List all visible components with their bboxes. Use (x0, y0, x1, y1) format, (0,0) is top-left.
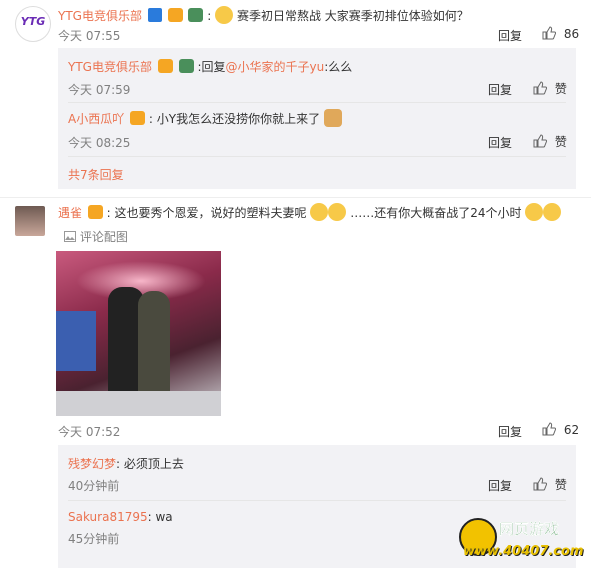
reply-button[interactable]: 回复 (498, 27, 522, 44)
like-count: 86 (563, 27, 580, 41)
more-replies-link[interactable]: 共7条回复 (68, 166, 124, 183)
comment-photo[interactable] (56, 251, 221, 416)
pray-emoji-icon (328, 203, 347, 221)
like-button[interactable]: 赞 (533, 133, 567, 150)
reply-item: Sakura81795: wa (68, 508, 173, 526)
reply-text: : wa (147, 510, 173, 524)
fan-badge-icon (130, 111, 146, 125)
thumb-up-icon (533, 81, 548, 95)
reply-text: :回复 (197, 60, 226, 74)
like-button[interactable]: 62 (542, 422, 579, 437)
comment-text: : 这也要秀个恩爱，说好的塑料夫妻呢 (106, 206, 307, 220)
reply-time: 45分钟前 (68, 532, 120, 546)
fan-badge-icon (157, 59, 173, 73)
image-comment-link[interactable]: 评论配图 (64, 228, 128, 245)
reply-time: 40分钟前 (68, 479, 120, 493)
laugh-cry-emoji-icon (543, 203, 562, 221)
comment-text: 赛季初日常熬战 大家赛季初排位体验如何？ (236, 9, 469, 23)
comment-time: 今天 07:52 (58, 425, 121, 439)
reply-item: A小西瓜吖 : 小Y我怎么还没捞你你就上来了 (68, 109, 342, 128)
watermark-title: 网页游戏 (499, 520, 560, 538)
comment-body: YTG电竞俱乐部 : 赛季初日常熬战 大家赛季初排位体验如何？ (58, 6, 469, 25)
comment-time: 今天 07:55 (58, 29, 121, 43)
verified-icon (147, 8, 162, 22)
like-button[interactable]: 赞 (533, 80, 567, 97)
thumb-up-icon (533, 477, 548, 491)
divider (68, 156, 566, 157)
thumb-up-icon (542, 422, 557, 436)
reply-button[interactable]: 回复 (488, 477, 512, 494)
reply-author[interactable]: A小西瓜吖 (68, 112, 124, 126)
divider (68, 500, 566, 501)
watermark-logo: 网页游戏 www.40407.com (455, 516, 591, 568)
comment-author[interactable]: YTG电竞俱乐部 (58, 9, 142, 23)
avatar[interactable] (15, 206, 45, 236)
reply-text: : 必须顶上去 (116, 457, 184, 471)
separator: : (207, 9, 212, 23)
comment-text-tail: ……还有你大概奋战了24个小时 (350, 206, 522, 220)
comment-author[interactable]: 遇雀 (58, 206, 82, 220)
like-count: 62 (563, 423, 580, 437)
doge-emoji-icon (323, 109, 342, 127)
ytg-logo: YTG (20, 15, 46, 28)
like-label: 赞 (554, 82, 567, 96)
reply-button[interactable]: 回复 (488, 81, 512, 98)
floor (56, 391, 221, 416)
reply-text-tail: :么么 (324, 60, 353, 74)
reply-author[interactable]: YTG电竞俱乐部 (68, 60, 152, 74)
level-badge-icon (188, 8, 204, 22)
banner-left (56, 311, 96, 371)
pray-emoji-icon (310, 203, 329, 221)
laugh-cry-emoji-icon (525, 203, 544, 221)
fan-badge-icon (167, 8, 183, 22)
image-comment-label: 评论配图 (79, 230, 128, 244)
fan-badge-icon (87, 205, 103, 219)
replies-container: YTG电竞俱乐部 :回复@小华家的千子yu:么么 今天 07:59 回复 赞 A… (58, 48, 576, 189)
like-label: 赞 (554, 135, 567, 149)
like-button[interactable]: 86 (542, 26, 579, 41)
reply-author[interactable]: Sakura81795 (68, 510, 148, 524)
laugh-cry-emoji-icon (215, 6, 234, 24)
thumb-up-icon (533, 134, 548, 148)
reply-item: 残梦幻梦: 必须顶上去 (68, 455, 184, 473)
reply-author[interactable]: 残梦幻梦 (68, 457, 116, 471)
like-label: 赞 (554, 478, 567, 492)
watermark-url: www.40407.com (463, 544, 584, 559)
person-right (138, 291, 170, 407)
reply-text: : 小Y我怎么还没捞你你就上来了 (148, 112, 321, 126)
comment-divider (0, 197, 591, 198)
like-button[interactable]: 赞 (533, 476, 567, 493)
avatar[interactable]: YTG (15, 6, 51, 42)
reply-button[interactable]: 回复 (488, 134, 512, 151)
reply-item: YTG电竞俱乐部 :回复@小华家的千子yu:么么 (68, 58, 352, 76)
mention-link[interactable]: @小华家的千子yu (226, 60, 325, 74)
reply-time: 今天 08:25 (68, 136, 131, 150)
divider (68, 102, 566, 103)
thumb-up-icon (542, 26, 557, 40)
image-icon (64, 231, 76, 242)
comment-body: 遇雀 : 这也要秀个恩爱，说好的塑料夫妻呢 ……还有你大概奋战了24个小时 (58, 203, 562, 222)
level-badge-icon (178, 59, 194, 73)
reply-time: 今天 07:59 (68, 83, 131, 97)
reply-button[interactable]: 回复 (498, 423, 522, 440)
